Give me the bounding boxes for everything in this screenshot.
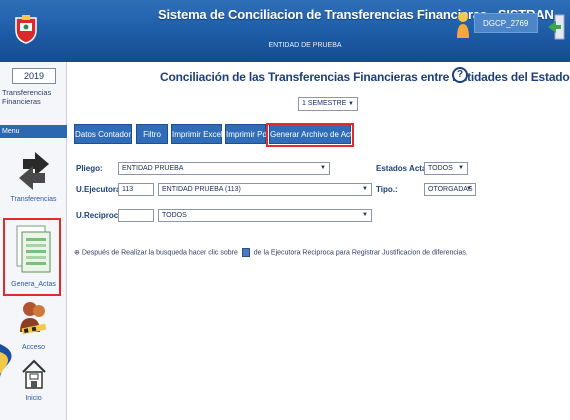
- chevron-down-icon: ▼: [458, 165, 464, 171]
- app-header: Sistema de Conciliacion de Transferencia…: [0, 0, 570, 62]
- instruction-note: ⊕ Después de Realizar la busqueda hacer …: [74, 248, 468, 257]
- chevron-down-icon: ▼: [362, 186, 368, 192]
- user-icon: [457, 12, 469, 38]
- pliego-select[interactable]: ENTIDAD PRUEBA ▼: [118, 162, 330, 175]
- menu-header: Menu: [0, 125, 67, 138]
- decorative-swirl-icon: [0, 344, 12, 378]
- help-icon[interactable]: ?: [452, 67, 468, 83]
- reciproca-select[interactable]: TODOS ▼: [158, 209, 372, 222]
- entity-subtitle: ENTIDAD DE PRUEBA: [268, 42, 342, 49]
- sidebar-item-label: Transferencias: [10, 196, 57, 203]
- sidebar-title: Transferencias Financieras: [2, 88, 51, 106]
- estados-select[interactable]: TODOS ▼: [424, 162, 468, 175]
- page-title: Conciliación de las Transferencias Finan…: [160, 70, 570, 84]
- coat-of-arms-icon: [15, 15, 37, 44]
- estados-label: Estados Acta.:: [376, 164, 432, 173]
- chevron-down-icon: ▼: [466, 186, 472, 192]
- chevron-down-icon: ▼: [362, 212, 368, 218]
- chevron-down-icon: ▼: [348, 101, 354, 107]
- semestre-select[interactable]: 1 SEMESTRE ▼: [298, 97, 358, 111]
- sidebar-title-line2: Financieras: [2, 97, 41, 106]
- home-icon: [21, 359, 46, 389]
- generar-actas-highlight: [266, 123, 354, 147]
- app-title: Sistema de Conciliacion de Transferencia…: [158, 7, 554, 22]
- expand-icon: ⊕: [74, 249, 80, 257]
- ejecutora-value: ENTIDAD PRUEBA (113): [162, 186, 241, 193]
- sidebar-item-label: Inicio: [25, 395, 42, 402]
- year-selector[interactable]: 2019: [12, 68, 56, 84]
- ejecutora-code-input[interactable]: 113: [118, 183, 154, 196]
- note-text-before: Después de Realizar la busqueda hacer cl…: [81, 249, 238, 257]
- tipo-select[interactable]: OTORGADAS ▼: [424, 183, 476, 196]
- tab-datos-contador[interactable]: Datos Contador: [74, 124, 132, 144]
- sidebar-title-line1: Transferencias: [2, 88, 52, 97]
- reciproca-value: TODOS: [162, 212, 187, 219]
- semestre-value: 1 SEMESTRE: [302, 100, 347, 107]
- chevron-down-icon: ▼: [320, 165, 326, 171]
- tab-imprimir-excel[interactable]: Imprimir Excel: [171, 124, 223, 144]
- username-display: DGCP_2769: [474, 13, 538, 33]
- transfer-arrows-icon: [18, 152, 49, 190]
- reciproca-code-input[interactable]: [118, 209, 154, 222]
- tab-imprimir-pdf[interactable]: Imprimir Pdf: [225, 124, 269, 144]
- pliego-value: ENTIDAD PRUEBA: [122, 165, 184, 172]
- tab-filtro[interactable]: Filtro: [136, 124, 168, 144]
- pliego-label: Pliego:: [76, 164, 103, 173]
- genera-actas-highlight: [3, 218, 61, 296]
- ejecutora-label: U.Ejecutora:: [76, 185, 124, 194]
- ejecutora-select[interactable]: ENTIDAD PRUEBA (113) ▼: [158, 183, 372, 196]
- users-access-icon: [19, 302, 46, 335]
- note-text-after: de la Ejecutora Reciproca para Registrar…: [253, 249, 468, 257]
- sidebar-item-transferencias[interactable]: Transferencias: [0, 150, 67, 203]
- estados-value: TODOS: [428, 165, 453, 172]
- logout-icon[interactable]: [546, 12, 566, 42]
- document-icon: [241, 248, 250, 257]
- tipo-label: Tipo.:: [376, 185, 398, 194]
